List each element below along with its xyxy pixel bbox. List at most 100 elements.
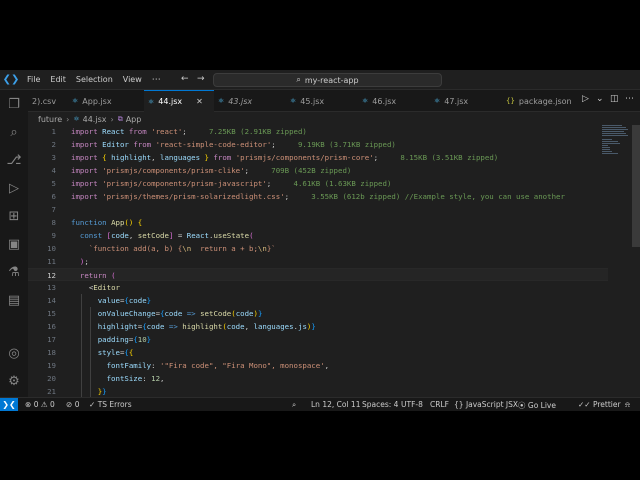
error-icon: ⊗ [25,400,32,409]
status-bar: ❯❮ ⊗ 0 ⚠ 0 ⊘ 0 ✓ TS Errors ⌕ Ln 12, Col … [0,397,640,411]
account-icon[interactable]: ◎ [0,340,28,366]
encoding[interactable]: UTF-8 [401,400,423,409]
tab-label: 43.jsx [228,96,253,106]
tab-43-jsx[interactable]: ⚛ 43.jsx [214,90,286,112]
testing-icon[interactable]: ⚗ [0,259,28,285]
breadcrumb-symbol[interactable]: App [126,115,142,124]
language-label: JavaScript JSX [465,400,519,409]
docker-icon[interactable]: ▤ [0,287,28,313]
react-file-icon: ⚛ [362,97,369,105]
ports-indicator[interactable]: ⊘ 0 [66,400,79,409]
function-symbol-icon: ⧉ [117,114,123,123]
react-file-icon: ⚛ [290,97,297,105]
code-line: 16 highlight={code => highlight(code, la… [47,322,316,331]
line-ending[interactable]: CRLF [430,400,449,409]
split-editor-icon[interactable]: ◫ [610,94,619,104]
extensions-icon[interactable]: ⊞ [0,203,28,229]
menu-file[interactable]: File [22,70,45,90]
react-file-icon: ⚛ [73,115,80,123]
code-line: 3 import { highlight, languages } from 'p… [51,153,499,162]
code-line-current: 12 return ( [28,268,608,281]
tab-label: 45.jsx [300,96,325,106]
tab-46-jsx[interactable]: ⚛ 46.jsx [358,90,430,112]
code-line: 4 import 'prismjs/components/prism-clike'… [51,166,352,175]
go-live-button[interactable]: ⦿ Go Live [518,400,556,411]
tab-45-jsx[interactable]: ⚛ 45.jsx [286,90,358,112]
code-line: 2 import Editor from 'react-simple-code-e… [51,140,396,149]
code-line: 14 value={code} [47,296,152,305]
more-menu-icon[interactable]: ⋯ [147,75,166,85]
title-bar: ❮❯ File Edit Selection View ⋯ ← → ⌕ my-r… [0,70,640,90]
code-line: 1 import React from 'react'; 7.25KB (2.91… [51,127,307,136]
search-icon: ⌕ [296,75,301,84]
vscode-window: ❮❯ File Edit Selection View ⋯ ← → ⌕ my-r… [0,70,640,411]
forward-arrow-icon[interactable]: → [197,74,205,84]
code-line: 7 [51,205,56,214]
go-live-label: Go Live [527,401,556,410]
explorer-icon[interactable]: ❐ [0,91,28,117]
tab-47-jsx[interactable]: ⚛ 47.jsx [430,90,502,112]
ts-errors-indicator[interactable]: ✓ TS Errors [89,400,132,409]
search-icon[interactable]: ⌕ [0,119,28,145]
command-center[interactable]: ⌕ my-react-app [213,73,442,87]
tab-label: 47.jsx [444,96,469,106]
tab-label: package.json [518,96,572,106]
code-line: 9 const [code, setCode] = React.useState… [51,231,254,240]
tab-2-csv[interactable]: 2).csv [28,90,68,112]
command-center-label: my-react-app [304,75,359,85]
code-line: 20 fontSize: 12, [47,374,165,383]
code-line: 11 ); [47,257,89,266]
problems-indicator[interactable]: ⊗ 0 ⚠ 0 [25,400,55,409]
code-line: 10 `function add(a, b) {\n return a + b;… [47,244,276,253]
remote-explorer-icon[interactable]: ▣ [0,231,28,257]
menu-edit[interactable]: Edit [45,70,71,90]
back-arrow-icon[interactable]: ← [181,74,189,84]
menu-selection[interactable]: Selection [71,70,118,90]
vertical-scrollbar[interactable] [632,125,640,247]
breadcrumb-file[interactable]: 44.jsx [83,115,107,124]
tab-app-jsx[interactable]: ⚛ App.jsx [68,90,144,112]
json-file-icon: {} [506,97,515,105]
code-line: 17 padding={10} [47,335,152,344]
error-count: 0 [33,400,39,409]
close-tab-icon[interactable]: ✕ [196,97,203,106]
settings-gear-icon[interactable]: ⚙ [0,368,28,394]
language-mode[interactable]: {} JavaScript JSX [454,400,518,409]
minimap[interactable] [602,125,628,165]
vscode-logo-icon: ❮❯ [2,74,20,85]
activity-bar: ❐ ⌕ ⎇ ▷ ⊞ ▣ ⚗ ▤ ◎ ⚙ [0,90,28,397]
more-actions-icon[interactable]: ⋯ [625,94,634,104]
code-line: 8 function App() { [51,218,143,227]
breadcrumb: future › ⚛ 44.jsx › ⧉ App [38,113,141,125]
zoom-icon[interactable]: ⌕ [292,400,296,410]
tab-44-jsx[interactable]: ⚛ 44.jsx ✕ [144,90,214,112]
code-line: 21 }} [47,387,107,396]
code-line: 15 onValueChange={code => setCode(code)} [47,309,263,318]
breadcrumb-folder[interactable]: future [38,115,62,124]
code-line: 19 fontFamily: '"Fira code", "Fira Mono"… [47,361,330,370]
run-debug-icon[interactable]: ▷ [0,175,28,201]
react-file-icon: ⚛ [218,97,225,105]
prettier-label: Prettier [592,400,621,409]
broadcast-icon: ⦿ [518,401,526,410]
remote-connection-icon[interactable]: ❯❮ [0,397,18,411]
indentation[interactable]: Spaces: 4 [362,400,398,409]
prettier-status[interactable]: ✓✓ Prettier [578,400,621,409]
source-control-icon[interactable]: ⎇ [0,147,28,173]
notifications-bell-icon[interactable]: ⍾ [625,400,630,410]
menu-view[interactable]: View [118,70,147,90]
cursor-position[interactable]: Ln 12, Col 11 [311,400,360,409]
double-check-icon: ✓✓ [578,400,591,409]
code-editor[interactable]: 1 import React from 'react'; 7.25KB (2.91… [28,125,640,397]
tab-package-json[interactable]: {} package.json [502,90,580,112]
code-line: 5 import 'prismjs/components/prism-javasc… [51,179,392,188]
tab-bar: 2).csv ⚛ App.jsx ⚛ 44.jsx ✕ ⚛ 43.jsx ⚛ 4… [28,90,640,112]
tab-label: App.jsx [82,96,112,106]
tab-label: 44.jsx [158,97,183,106]
chevron-right-icon: › [66,114,70,124]
react-file-icon: ⚛ [434,97,441,105]
run-icon[interactable]: ▷ [582,94,589,104]
warning-count: 0 [49,400,55,409]
react-file-icon: ⚛ [72,97,79,105]
chevron-down-icon[interactable]: ⌄ [596,94,604,104]
